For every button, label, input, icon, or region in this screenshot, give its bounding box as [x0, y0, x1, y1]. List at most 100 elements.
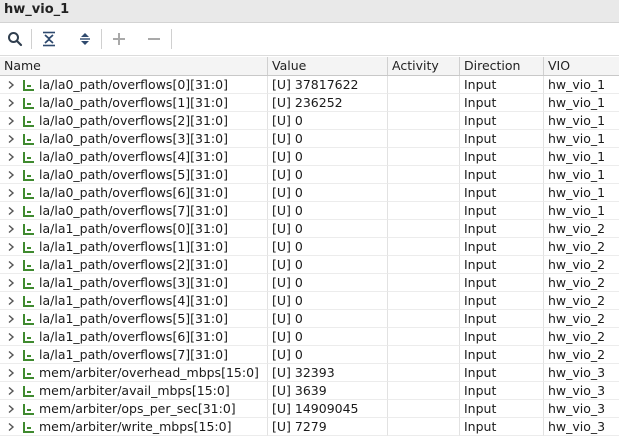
value-cell[interactable]: [U] 32393	[268, 364, 388, 382]
chevron-right-icon[interactable]	[6, 170, 16, 180]
table-row[interactable]: mem/arbiter/overhead_mbps[15:0] [U] 32393…	[0, 364, 619, 382]
table-row[interactable]: la/la0_path/overflows[4][31:0] [U] 0 Input…	[0, 148, 619, 166]
value-cell[interactable]: [U] 0	[268, 166, 388, 184]
chevron-right-icon[interactable]	[6, 242, 16, 252]
value-cell[interactable]: [U] 7279	[268, 418, 388, 436]
signal-bus-icon	[23, 314, 34, 325]
column-header-direction[interactable]: Direction	[460, 57, 544, 75]
value-cell[interactable]: [U] 0	[268, 292, 388, 310]
table-row[interactable]: mem/arbiter/ops_per_sec[31:0] [U] 1490904…	[0, 400, 619, 418]
value-cell[interactable]: [U] 37817622	[268, 76, 388, 94]
search-icon[interactable]	[4, 29, 26, 49]
table-row[interactable]: la/la1_path/overflows[6][31:0] [U] 0 Input…	[0, 328, 619, 346]
signal-name: la/la1_path/overflows[3][31:0]	[39, 275, 228, 290]
value-cell[interactable]: [U] 0	[268, 346, 388, 364]
value-cell[interactable]: [U] 0	[268, 112, 388, 130]
value-cell[interactable]: [U] 0	[268, 274, 388, 292]
chevron-right-icon[interactable]	[6, 116, 16, 126]
activity-cell	[388, 382, 460, 400]
column-header-value[interactable]: Value	[268, 57, 388, 75]
direction-cell: Input	[460, 310, 544, 328]
table-row[interactable]: la/la0_path/overflows[1][31:0] [U] 236252…	[0, 94, 619, 112]
value-cell[interactable]: [U] 0	[268, 202, 388, 220]
value-cell[interactable]: [U] 3639	[268, 382, 388, 400]
remove-icon[interactable]	[143, 29, 165, 49]
value-cell[interactable]: [U] 0	[268, 130, 388, 148]
table-row[interactable]: la/la1_path/overflows[5][31:0] [U] 0 Input…	[0, 310, 619, 328]
signal-name: la/la1_path/overflows[5][31:0]	[39, 311, 228, 326]
signal-bus-icon	[23, 80, 34, 91]
activity-cell	[388, 166, 460, 184]
value-cell[interactable]: [U] 14909045	[268, 400, 388, 418]
activity-cell	[388, 292, 460, 310]
name-cell: la/la0_path/overflows[7][31:0]	[0, 202, 268, 220]
name-cell: la/la0_path/overflows[4][31:0]	[0, 148, 268, 166]
value-cell[interactable]: [U] 0	[268, 310, 388, 328]
add-icon[interactable]	[108, 29, 130, 49]
chevron-right-icon[interactable]	[6, 296, 16, 306]
chevron-right-icon[interactable]	[6, 278, 16, 288]
vio-cell: hw_vio_2	[544, 256, 619, 274]
value-cell[interactable]: [U] 0	[268, 328, 388, 346]
value-cell[interactable]: [U] 0	[268, 148, 388, 166]
table-row[interactable]: la/la0_path/overflows[2][31:0] [U] 0 Input…	[0, 112, 619, 130]
chevron-right-icon[interactable]	[6, 98, 16, 108]
name-cell: la/la1_path/overflows[3][31:0]	[0, 274, 268, 292]
column-header-activity[interactable]: Activity	[388, 57, 460, 75]
chevron-right-icon[interactable]	[6, 224, 16, 234]
direction-cell: Input	[460, 382, 544, 400]
chevron-right-icon[interactable]	[6, 422, 16, 432]
table-row[interactable]: la/la1_path/overflows[1][31:0] [U] 0 Input…	[0, 238, 619, 256]
vio-cell: hw_vio_3	[544, 418, 619, 436]
chevron-right-icon[interactable]	[6, 188, 16, 198]
chevron-right-icon[interactable]	[6, 332, 16, 342]
table-row[interactable]: la/la1_path/overflows[2][31:0] [U] 0 Input…	[0, 256, 619, 274]
activity-cell	[388, 130, 460, 148]
table-row[interactable]: mem/arbiter/avail_mbps[15:0] [U] 3639 Inpu…	[0, 382, 619, 400]
table-row[interactable]: la/la1_path/overflows[3][31:0] [U] 0 Input…	[0, 274, 619, 292]
chevron-right-icon[interactable]	[6, 368, 16, 378]
expand-all-icon[interactable]	[74, 29, 96, 49]
value-cell[interactable]: [U] 236252	[268, 94, 388, 112]
table-row[interactable]: la/la0_path/overflows[7][31:0] [U] 0 Input…	[0, 202, 619, 220]
table-row[interactable]: la/la0_path/overflows[3][31:0] [U] 0 Input…	[0, 130, 619, 148]
chevron-right-icon[interactable]	[6, 314, 16, 324]
chevron-right-icon[interactable]	[6, 404, 16, 414]
chevron-right-icon[interactable]	[6, 260, 16, 270]
value-cell[interactable]: [U] 0	[268, 256, 388, 274]
value-cell[interactable]: [U] 0	[268, 220, 388, 238]
chevron-right-icon[interactable]	[6, 152, 16, 162]
table-row[interactable]: la/la1_path/overflows[0][31:0] [U] 0 Input…	[0, 220, 619, 238]
collapse-all-icon[interactable]	[38, 29, 60, 49]
signal-bus-icon	[23, 260, 34, 271]
table-row[interactable]: mem/arbiter/write_mbps[15:0] [U] 7279 Inpu…	[0, 418, 619, 436]
value-cell[interactable]: [U] 0	[268, 184, 388, 202]
chevron-right-icon[interactable]	[6, 134, 16, 144]
table-row[interactable]: la/la1_path/overflows[7][31:0] [U] 0 Input…	[0, 346, 619, 364]
table-row[interactable]: la/la0_path/overflows[0][31:0] [U] 378176…	[0, 76, 619, 94]
signal-bus-icon	[23, 134, 34, 145]
name-cell: mem/arbiter/avail_mbps[15:0]	[0, 382, 268, 400]
column-header-name[interactable]: Name	[0, 57, 268, 75]
vio-cell: hw_vio_1	[544, 148, 619, 166]
name-cell: la/la1_path/overflows[7][31:0]	[0, 346, 268, 364]
table-row[interactable]: la/la0_path/overflows[5][31:0] [U] 0 Input…	[0, 166, 619, 184]
activity-cell	[388, 310, 460, 328]
name-cell: la/la0_path/overflows[5][31:0]	[0, 166, 268, 184]
table-row[interactable]: la/la0_path/overflows[6][31:0] [U] 0 Input…	[0, 184, 619, 202]
table-row[interactable]: la/la1_path/overflows[4][31:0] [U] 0 Input…	[0, 292, 619, 310]
chevron-right-icon[interactable]	[6, 386, 16, 396]
signal-name: la/la0_path/overflows[2][31:0]	[39, 113, 228, 128]
column-header-vio[interactable]: VIO	[544, 57, 619, 75]
chevron-right-icon[interactable]	[6, 80, 16, 90]
chevron-right-icon[interactable]	[6, 206, 16, 216]
vio-cell: hw_vio_2	[544, 292, 619, 310]
name-cell: la/la0_path/overflows[6][31:0]	[0, 184, 268, 202]
value-cell[interactable]: [U] 0	[268, 238, 388, 256]
signal-bus-icon	[23, 422, 34, 433]
direction-cell: Input	[460, 400, 544, 418]
direction-cell: Input	[460, 274, 544, 292]
signal-bus-icon	[23, 116, 34, 127]
direction-cell: Input	[460, 94, 544, 112]
chevron-right-icon[interactable]	[6, 350, 16, 360]
